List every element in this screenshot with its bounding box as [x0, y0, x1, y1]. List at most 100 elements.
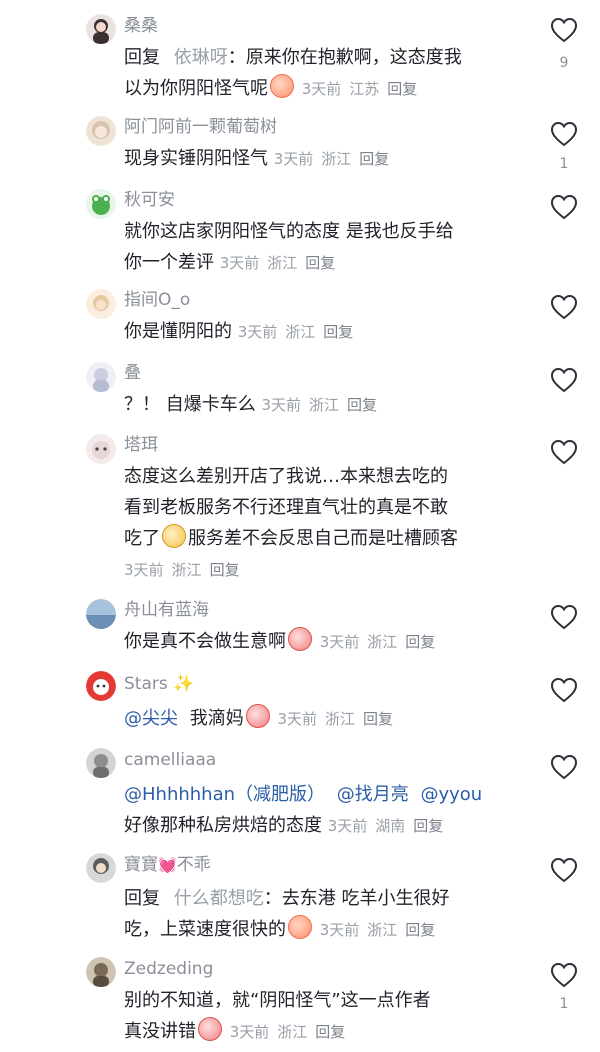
username-text: 寶寶	[124, 855, 158, 875]
like-heart-icon[interactable]	[548, 439, 580, 469]
like-count: 9	[559, 55, 569, 71]
username[interactable]: Stars ✨	[124, 673, 194, 695]
comment-text-line: 好像那种私房烘焙的态度	[124, 815, 322, 836]
comment-location: 江苏	[349, 80, 380, 98]
reply-button[interactable]: 回复	[387, 80, 417, 98]
comment-location: 浙江	[267, 254, 298, 272]
comment-time: 3天前	[229, 1023, 270, 1041]
username[interactable]: 阿门阿前一颗葡萄树	[124, 116, 277, 138]
username[interactable]: 寶寶💓不乖	[124, 854, 211, 876]
comment-location: 浙江	[367, 633, 398, 651]
reply-button[interactable]: 回复	[359, 150, 389, 168]
username[interactable]: 桑桑	[124, 15, 158, 37]
pink-heart-icon: 💓	[158, 856, 177, 874]
comment-text-line: 服务差不会反思自己而是吐槽顾客	[188, 528, 458, 549]
mention-link[interactable]: @yyou	[420, 784, 482, 805]
comment-text: @尖尖 我滴妈 3天前 浙江 回复	[124, 703, 524, 735]
reply-button[interactable]: 回复	[210, 561, 240, 579]
reply-button[interactable]: 回复	[323, 323, 353, 341]
comment-time: 3天前	[237, 323, 278, 341]
like-heart-icon[interactable]	[548, 194, 580, 224]
comment-time: 3天前	[301, 80, 342, 98]
comment-text-line: 你是真不会做生意啊	[124, 631, 286, 652]
comment-meta: 3天前 浙江 回复	[274, 150, 398, 168]
comment-text-line: 现身实锤阴阳怪气	[124, 148, 268, 169]
like-count: 1	[559, 156, 569, 172]
like-heart-icon[interactable]	[548, 962, 580, 992]
avatar[interactable]	[86, 116, 116, 146]
like-heart-icon[interactable]	[548, 367, 580, 397]
username[interactable]: Zedzeding	[124, 958, 213, 980]
like-heart-icon[interactable]	[548, 604, 580, 634]
mention-link[interactable]: @找月亮	[337, 784, 409, 805]
reply-button[interactable]: 回复	[315, 1023, 345, 1041]
avatar[interactable]	[86, 957, 116, 987]
comment-text: 回复 依琳呀：原来你在抱歉啊，这态度我 以为你阴阳怪气呢 3天前 江苏 回复	[124, 42, 524, 105]
comment-meta: 3天前 浙江 回复	[124, 561, 248, 579]
like-heart-icon[interactable]	[548, 677, 580, 707]
comment-location: 浙江	[325, 710, 356, 728]
comment-text-line: 就你这店家阴阳怪气的态度 是我也反手给	[124, 221, 454, 242]
like-heart-icon[interactable]	[548, 294, 580, 324]
comment-meta: 3天前 浙江 回复	[261, 396, 385, 414]
comment-meta: 3天前 浙江 回复	[220, 254, 344, 272]
mention-link[interactable]: @尖尖	[124, 708, 178, 729]
comment-text: ？！ 自爆卡车么 3天前 浙江 回复	[124, 389, 524, 421]
reply-button[interactable]: 回复	[347, 396, 377, 414]
comment-text: 态度这么差别开店了我说…本来想去吃的 看到老板服务不行还理直气壮的真是不敢 吃了…	[124, 461, 524, 586]
peach-emoji-icon	[270, 74, 294, 98]
like-heart-icon[interactable]	[548, 17, 580, 47]
comment-meta: 3天前 浙江 回复	[238, 323, 362, 341]
like-heart-icon[interactable]	[548, 121, 580, 151]
comment-meta: 3天前 湖南 回复	[328, 817, 452, 835]
comment-meta: 3天前 浙江 回复	[320, 633, 444, 651]
avatar[interactable]	[86, 853, 116, 883]
dog-emoji-icon	[162, 524, 186, 548]
crying-emoji-icon	[245, 704, 270, 728]
comment-location: 浙江	[171, 561, 202, 579]
comment-text: 现身实锤阴阳怪气 3天前 浙江 回复	[124, 143, 524, 175]
comment-text-line: 你一个差评	[124, 252, 214, 273]
username[interactable]: 舟山有蓝海	[124, 599, 209, 621]
comment-time: 3天前	[273, 150, 314, 168]
comment-text-line: 吃，上菜速度很快的	[124, 919, 286, 940]
reply-button[interactable]: 回复	[405, 921, 435, 939]
username[interactable]: 塔珥	[124, 434, 158, 456]
mention-link[interactable]: @Hhhhhhan（减肥版）	[124, 784, 325, 805]
comment-text-line: 你是懂阴阳的	[124, 321, 232, 342]
avatar[interactable]	[86, 599, 116, 629]
username[interactable]: camelliaaa	[124, 749, 216, 771]
avatar[interactable]	[86, 362, 116, 392]
reply-button[interactable]: 回复	[413, 817, 443, 835]
like-heart-icon[interactable]	[548, 754, 580, 784]
comment-text: 回复 什么都想吃：去东港 吃羊小生很好 吃，上菜速度很快的 3天前 浙江 回复	[124, 883, 524, 946]
avatar[interactable]	[86, 14, 116, 44]
reply-to-name[interactable]: 依琳呀	[174, 47, 228, 68]
reply-button[interactable]: 回复	[405, 633, 435, 651]
username[interactable]: 秋可安	[124, 189, 175, 211]
avatar[interactable]	[86, 434, 116, 464]
reply-button[interactable]: 回复	[363, 710, 393, 728]
comment-text: 就你这店家阴阳怪气的态度 是我也反手给 你一个差评 3天前 浙江 回复	[124, 216, 524, 279]
reply-prefix: 回复	[124, 888, 160, 909]
comment-text: 别的不知道，就“阴阳怪气”这一点作者 真没讲错 3天前 浙江 回复	[124, 985, 524, 1048]
avatar[interactable]	[86, 671, 116, 701]
comment-location: 湖南	[375, 817, 406, 835]
username[interactable]: 指间O_o	[124, 289, 190, 311]
avatar[interactable]	[86, 748, 116, 778]
comment-location: 浙江	[321, 150, 352, 168]
comment-time: 3天前	[319, 921, 360, 939]
comment-text-line: ：去东港 吃羊小生很好	[263, 888, 450, 909]
reply-button[interactable]: 回复	[305, 254, 335, 272]
comment-text-line: 我滴妈	[189, 708, 244, 729]
comment-location: 浙江	[367, 921, 398, 939]
comment-text-line: 以为你阴阳怪气呢	[124, 78, 268, 99]
comment-time: 3天前	[319, 633, 360, 651]
username[interactable]: 叠	[124, 362, 141, 384]
comment-text-line: 别的不知道，就“阴阳怪气”这一点作者	[124, 990, 431, 1011]
like-heart-icon[interactable]	[548, 857, 580, 887]
reply-to-name[interactable]: 什么都想吃	[174, 888, 264, 909]
avatar[interactable]	[86, 289, 116, 319]
avatar[interactable]	[86, 189, 116, 219]
comment-meta: 3天前 江苏 回复	[302, 80, 426, 98]
